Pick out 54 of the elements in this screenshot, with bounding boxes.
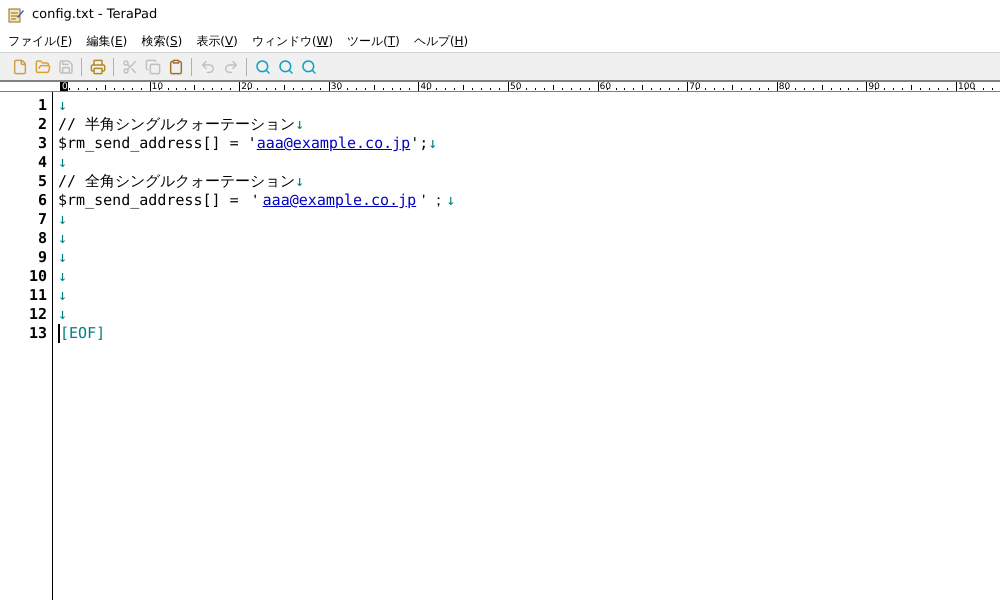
newline-mark: ↓ [58,267,68,286]
line-number: 2 [38,115,47,134]
line-number: 5 [38,172,47,191]
newline-mark: ↓ [58,153,68,172]
menu-item[interactable]: ヘルプ(H) [414,32,468,50]
line-number: 6 [38,191,47,210]
code-text: // 半角シングルクォーテーション [58,115,296,134]
newline-mark: ↓ [446,191,456,210]
newline-mark: ↓ [58,248,68,267]
newline-mark: ↓ [58,210,68,229]
clipboard-icon [168,58,184,74]
line-number: 3 [38,134,47,153]
copy-icon [144,58,160,74]
printer-icon [90,58,106,74]
line-number: 13 [28,324,47,343]
text-editor[interactable]: ↓ // 半角シングルクォーテーション↓ $rm_send_address[] = 'aaa@example.co.jp';↓ ↓ // 全角シングルクォーテーション↓ $rm_send_address[] = ＇aaa@example.co.jp＇；↓ ↓ ↓ ↓ ↓ ↓ ↓ [EOF] [53,92,1000,600]
newline-mark: ↓ [58,229,68,248]
undo-icon [200,58,216,74]
line-number: 1 [38,96,47,115]
menu-item[interactable]: ファイル(F) [8,32,72,50]
line-number: 11 [28,286,47,305]
ruler-label: 0 [60,82,68,91]
scissors-icon [122,58,138,74]
redo-icon [222,58,238,74]
line-number: 9 [38,248,47,267]
menu-item[interactable]: ツール(T) [347,32,400,50]
line-number: 12 [28,305,47,324]
code-text: ＇； [416,191,446,210]
line-number: 8 [38,229,47,248]
window-title: config.txt - TeraPad [32,6,158,24]
line-number: 10 [28,267,47,286]
code-text: $rm_send_address[] = ' [58,134,257,153]
line-number: 4 [38,153,47,172]
newline-mark: ↓ [295,115,304,134]
newline-mark: ↓ [295,172,304,191]
menu-item[interactable]: 表示(V) [196,32,238,50]
code-text: // 全角シングルクォーテーション [58,172,296,191]
search-icon [254,58,270,74]
menu-item[interactable]: ウィンドウ(W) [252,32,334,50]
eof-mark: [EOF] [58,324,106,343]
menu-item[interactable]: 検索(S) [141,32,182,50]
newline-mark: ↓ [58,96,68,115]
newline-mark: ↓ [58,305,68,324]
newline-mark: ↓ [58,286,68,305]
document-icon [12,58,28,74]
code-text: '; [410,134,428,153]
newline-mark: ↓ [428,134,438,153]
email-link[interactable]: aaa@example.co.jp [262,191,416,210]
code-text: $rm_send_address[] = ＇ [58,191,263,210]
line-number: 7 [38,210,47,229]
menu-item[interactable]: 編集(E) [86,32,128,50]
notepad-icon [8,7,24,23]
email-link[interactable]: aaa@example.co.jp [256,134,410,153]
folder-icon [34,58,50,74]
